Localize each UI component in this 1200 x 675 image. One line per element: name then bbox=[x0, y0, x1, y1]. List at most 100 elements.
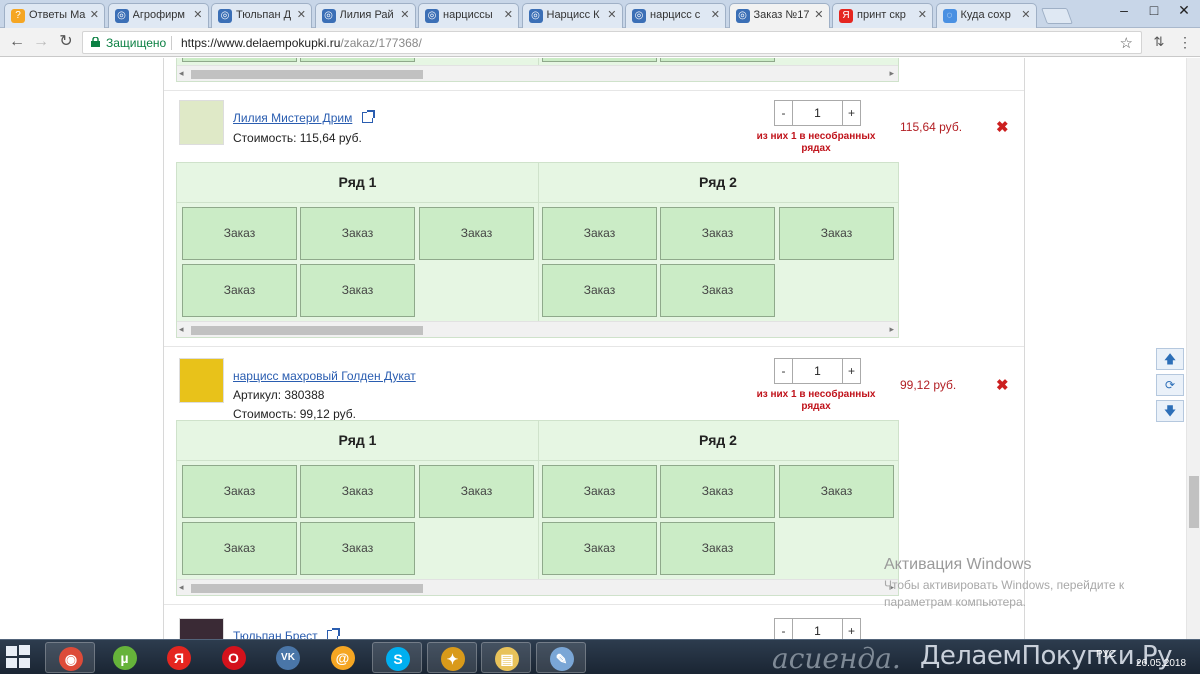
menu-icon[interactable]: ⋮ bbox=[1174, 32, 1196, 52]
tab-close-icon[interactable]: ✕ bbox=[193, 8, 202, 21]
tab-close-icon[interactable]: ✕ bbox=[90, 8, 99, 21]
taskbar-paint-icon[interactable]: ✎ bbox=[535, 642, 586, 673]
scroll-thumb[interactable] bbox=[191, 584, 423, 593]
product-name-link[interactable]: Лилия Мистери Дрим bbox=[233, 111, 352, 125]
order-cell[interactable]: Заказ bbox=[419, 207, 534, 260]
order-cell[interactable]: Заказ bbox=[182, 522, 297, 575]
scroll-left-icon[interactable]: ◂ bbox=[179, 324, 184, 335]
scroll-up-arrow-icon[interactable]: 🡅 bbox=[1156, 348, 1184, 370]
quantity-increase-button[interactable]: + bbox=[842, 358, 861, 384]
taskbar-game-icon[interactable]: ✦ bbox=[426, 642, 477, 673]
order-cell[interactable]: Заказ bbox=[660, 522, 775, 575]
quantity-stepper[interactable]: -1 + bbox=[774, 618, 861, 639]
forward-icon[interactable]: → bbox=[30, 32, 52, 52]
tab-close-icon[interactable]: ✕ bbox=[711, 8, 720, 21]
order-cell[interactable]: Заказ bbox=[300, 264, 415, 317]
order-cell[interactable]: Заказ bbox=[300, 207, 415, 260]
browser-tab[interactable]: ◎ нарцисс с ✕ bbox=[625, 3, 726, 28]
order-cell[interactable]: Заказ bbox=[660, 264, 775, 317]
page-scrollbar[interactable] bbox=[1186, 58, 1200, 639]
product-thumbnail[interactable] bbox=[179, 618, 224, 639]
order-cell[interactable]: Заказ bbox=[542, 522, 657, 575]
taskbar-opera-icon[interactable]: O bbox=[209, 642, 259, 673]
order-cell[interactable]: Заказ bbox=[542, 465, 657, 518]
quantity-increase-button[interactable]: + bbox=[842, 618, 861, 639]
product-thumbnail[interactable] bbox=[179, 100, 224, 145]
scroll-down-arrow-icon[interactable]: 🡇 bbox=[1156, 400, 1184, 422]
browser-tab[interactable]: ? Ответы Ma ✕ bbox=[4, 3, 105, 28]
page-scroll-thumb[interactable] bbox=[1189, 476, 1199, 528]
windows-start-icon[interactable] bbox=[6, 645, 32, 669]
extension-icon[interactable]: ⇅ bbox=[1148, 32, 1170, 52]
bookmark-star-icon[interactable]: ☆ bbox=[1120, 34, 1133, 52]
quantity-decrease-button[interactable]: - bbox=[774, 358, 793, 384]
taskbar-utorrent-icon[interactable]: µ bbox=[100, 642, 150, 673]
quantity-decrease-button[interactable]: - bbox=[774, 100, 793, 126]
quantity-decrease-button[interactable]: - bbox=[774, 618, 793, 639]
reload-icon[interactable]: ↻ bbox=[55, 32, 77, 52]
browser-tab[interactable]: Япринт скр ✕ bbox=[832, 3, 933, 28]
order-cell[interactable]: Заказ bbox=[300, 522, 415, 575]
order-cell[interactable]: Заказ bbox=[779, 207, 894, 260]
scroll-thumb[interactable] bbox=[191, 70, 423, 79]
new-tab-button[interactable] bbox=[1041, 8, 1073, 24]
tab-close-icon[interactable]: ✕ bbox=[297, 8, 306, 21]
taskbar-vk-icon[interactable]: VK bbox=[263, 642, 313, 673]
tab-close-icon[interactable]: ✕ bbox=[607, 8, 616, 21]
clock-date[interactable]: 26.05.2018 bbox=[1136, 658, 1186, 669]
quantity-value[interactable]: 1 bbox=[792, 100, 843, 126]
tab-close-icon[interactable]: ✕ bbox=[1021, 8, 1030, 21]
browser-tab[interactable]: ◎ Тюльпан Д ✕ bbox=[211, 3, 312, 28]
horizontal-scrollbar[interactable]: ◂ ▸ bbox=[177, 321, 898, 337]
address-bar[interactable]: Защищено https://www.delaempokupki.ru/za… bbox=[82, 31, 1142, 54]
order-cell[interactable] bbox=[660, 58, 775, 62]
scroll-left-icon[interactable]: ◂ bbox=[179, 582, 184, 593]
browser-tab[interactable]: ◌ Куда сохр ✕ bbox=[935, 3, 1037, 28]
external-link-icon[interactable] bbox=[327, 628, 340, 639]
tab-close-icon[interactable]: ✕ bbox=[504, 8, 513, 21]
order-cell[interactable] bbox=[542, 58, 657, 62]
order-cell[interactable]: Заказ bbox=[182, 465, 297, 518]
product-name-link[interactable]: нарцисс махровый Голден Дукат bbox=[233, 369, 416, 383]
external-link-icon[interactable] bbox=[362, 110, 375, 123]
quantity-stepper[interactable]: -1 + bbox=[774, 358, 861, 384]
order-cell[interactable]: Заказ bbox=[182, 264, 297, 317]
order-cell[interactable]: Заказ bbox=[419, 465, 534, 518]
scroll-thumb[interactable] bbox=[191, 326, 423, 335]
language-indicator[interactable]: РУС bbox=[1096, 649, 1116, 660]
order-cell[interactable]: Заказ bbox=[182, 207, 297, 260]
tab-close-icon[interactable]: ✕ bbox=[814, 8, 823, 21]
maximize-icon[interactable]: □ bbox=[1140, 2, 1168, 20]
order-cell[interactable]: Заказ bbox=[660, 207, 775, 260]
taskbar-yandex-icon[interactable]: Я bbox=[154, 642, 204, 673]
order-cell[interactable]: Заказ bbox=[542, 264, 657, 317]
scroll-right-icon[interactable]: ▸ bbox=[889, 324, 894, 335]
horizontal-scrollbar[interactable]: ◂ ▸ bbox=[177, 579, 898, 595]
order-cell[interactable]: Заказ bbox=[660, 465, 775, 518]
horizontal-scrollbar[interactable]: ◂ ▸ bbox=[177, 65, 898, 81]
url-text[interactable]: https://www.delaempokupki.ru/zakaz/17736… bbox=[181, 36, 422, 50]
close-window-icon[interactable]: ✕ bbox=[1170, 2, 1198, 20]
tab-close-icon[interactable]: ✕ bbox=[400, 8, 409, 21]
taskbar-chrome-icon[interactable]: ◉ bbox=[45, 642, 95, 673]
browser-tab[interactable]: ◎ нарциссы ✕ bbox=[418, 3, 519, 28]
remove-item-icon[interactable]: ✖ bbox=[996, 120, 1009, 135]
quantity-value[interactable]: 1 bbox=[792, 358, 843, 384]
quantity-value[interactable]: 1 bbox=[792, 618, 843, 639]
order-cell[interactable] bbox=[300, 58, 415, 62]
quantity-increase-button[interactable]: + bbox=[842, 100, 861, 126]
scroll-right-icon[interactable]: ▸ bbox=[889, 68, 894, 79]
product-thumbnail[interactable] bbox=[179, 358, 224, 403]
minimize-icon[interactable]: – bbox=[1110, 2, 1138, 20]
browser-tab[interactable]: ◎ Лилия Рай ✕ bbox=[314, 3, 416, 28]
browser-tab[interactable]: ◎ Агрофирм ✕ bbox=[107, 3, 209, 28]
taskbar-file-explorer-icon[interactable]: ▤ bbox=[481, 642, 531, 673]
taskbar-skype-icon[interactable]: S bbox=[372, 642, 422, 673]
order-cell[interactable]: Заказ bbox=[779, 465, 894, 518]
back-icon[interactable]: ← bbox=[6, 32, 28, 52]
browser-tab[interactable]: ◎ Заказ №17 ✕ bbox=[728, 3, 830, 29]
order-cell[interactable]: Заказ bbox=[542, 207, 657, 260]
remove-item-icon[interactable]: ✖ bbox=[996, 378, 1009, 393]
product-name-link[interactable]: Тюльпан Брест bbox=[233, 629, 318, 639]
refresh-icon[interactable]: ⟳ bbox=[1156, 374, 1184, 396]
